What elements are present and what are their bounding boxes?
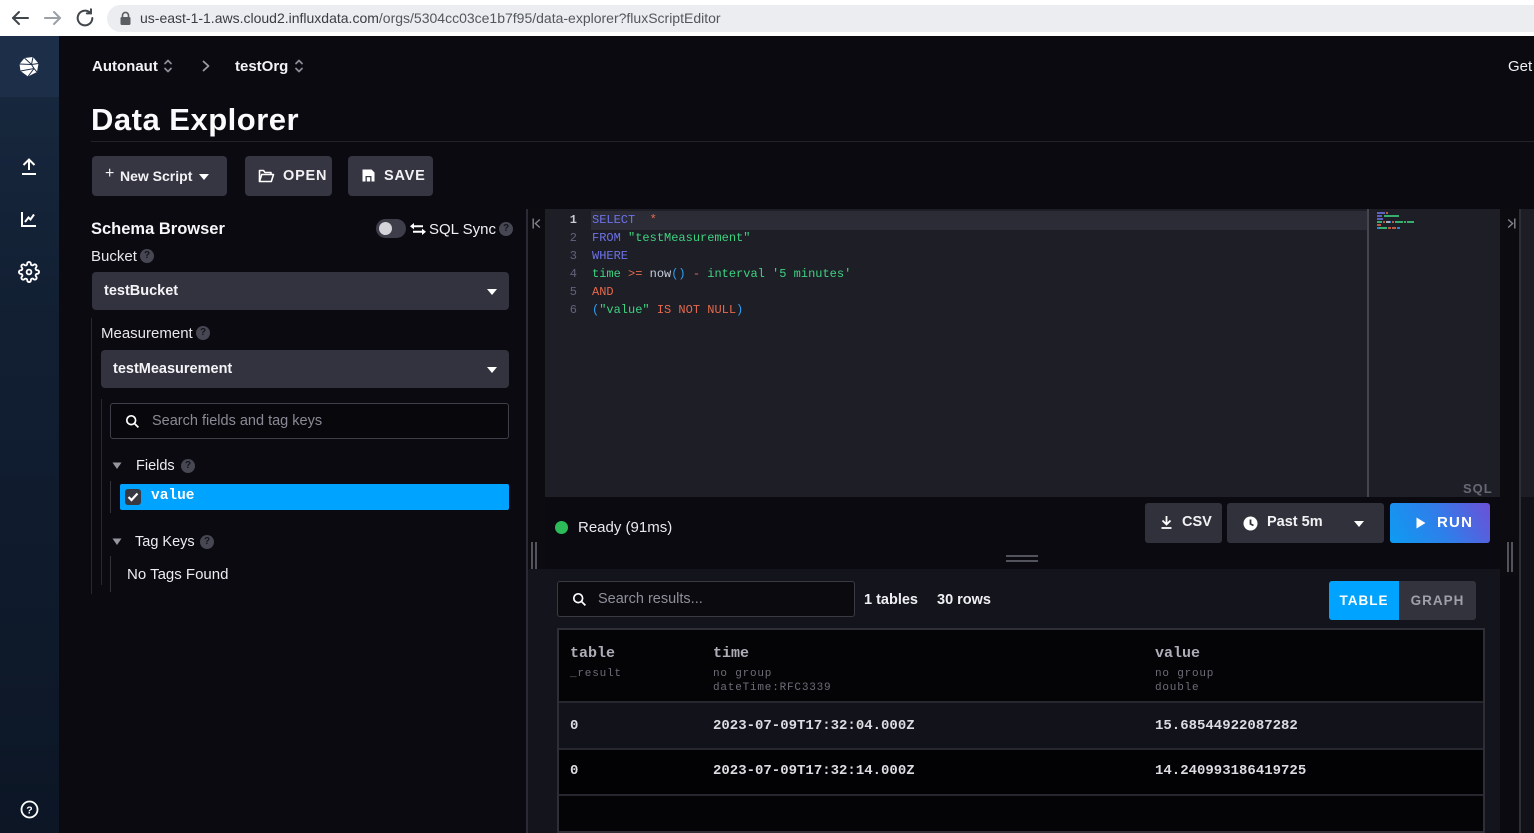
svg-text:?: ? — [26, 804, 32, 816]
